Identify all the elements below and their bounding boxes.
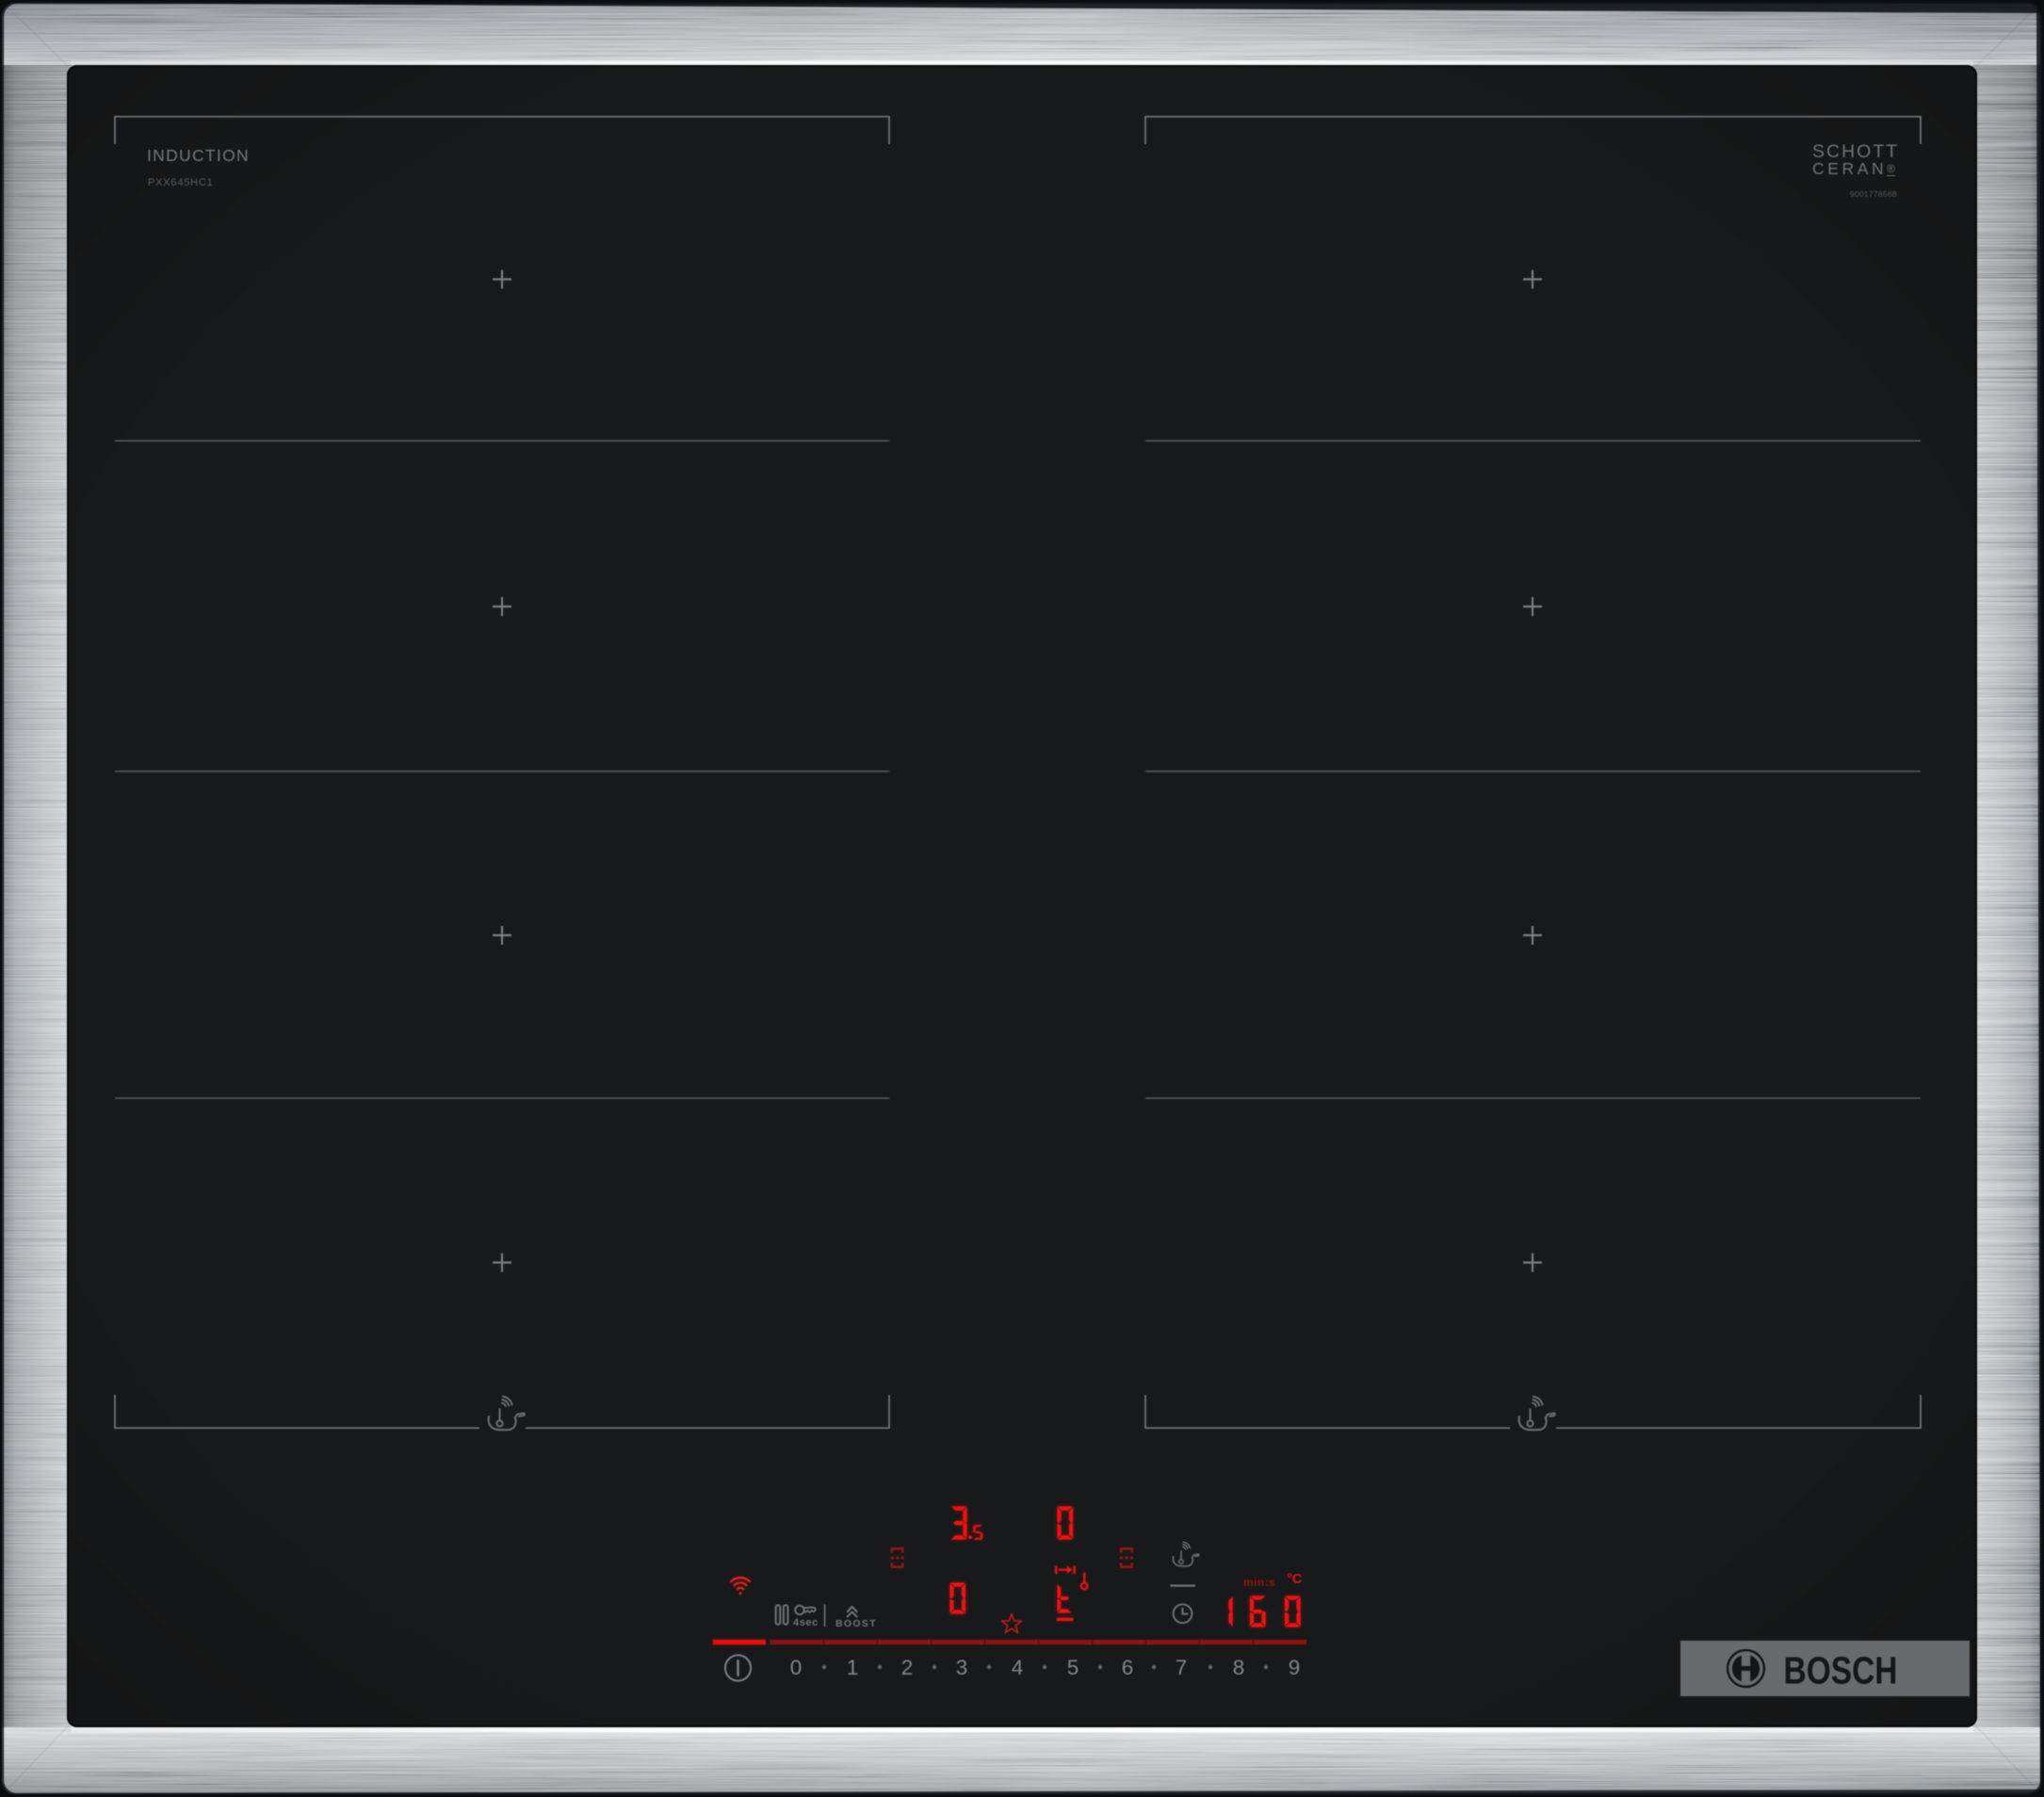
svg-text:BOSCH: BOSCH xyxy=(1784,1649,1898,1692)
